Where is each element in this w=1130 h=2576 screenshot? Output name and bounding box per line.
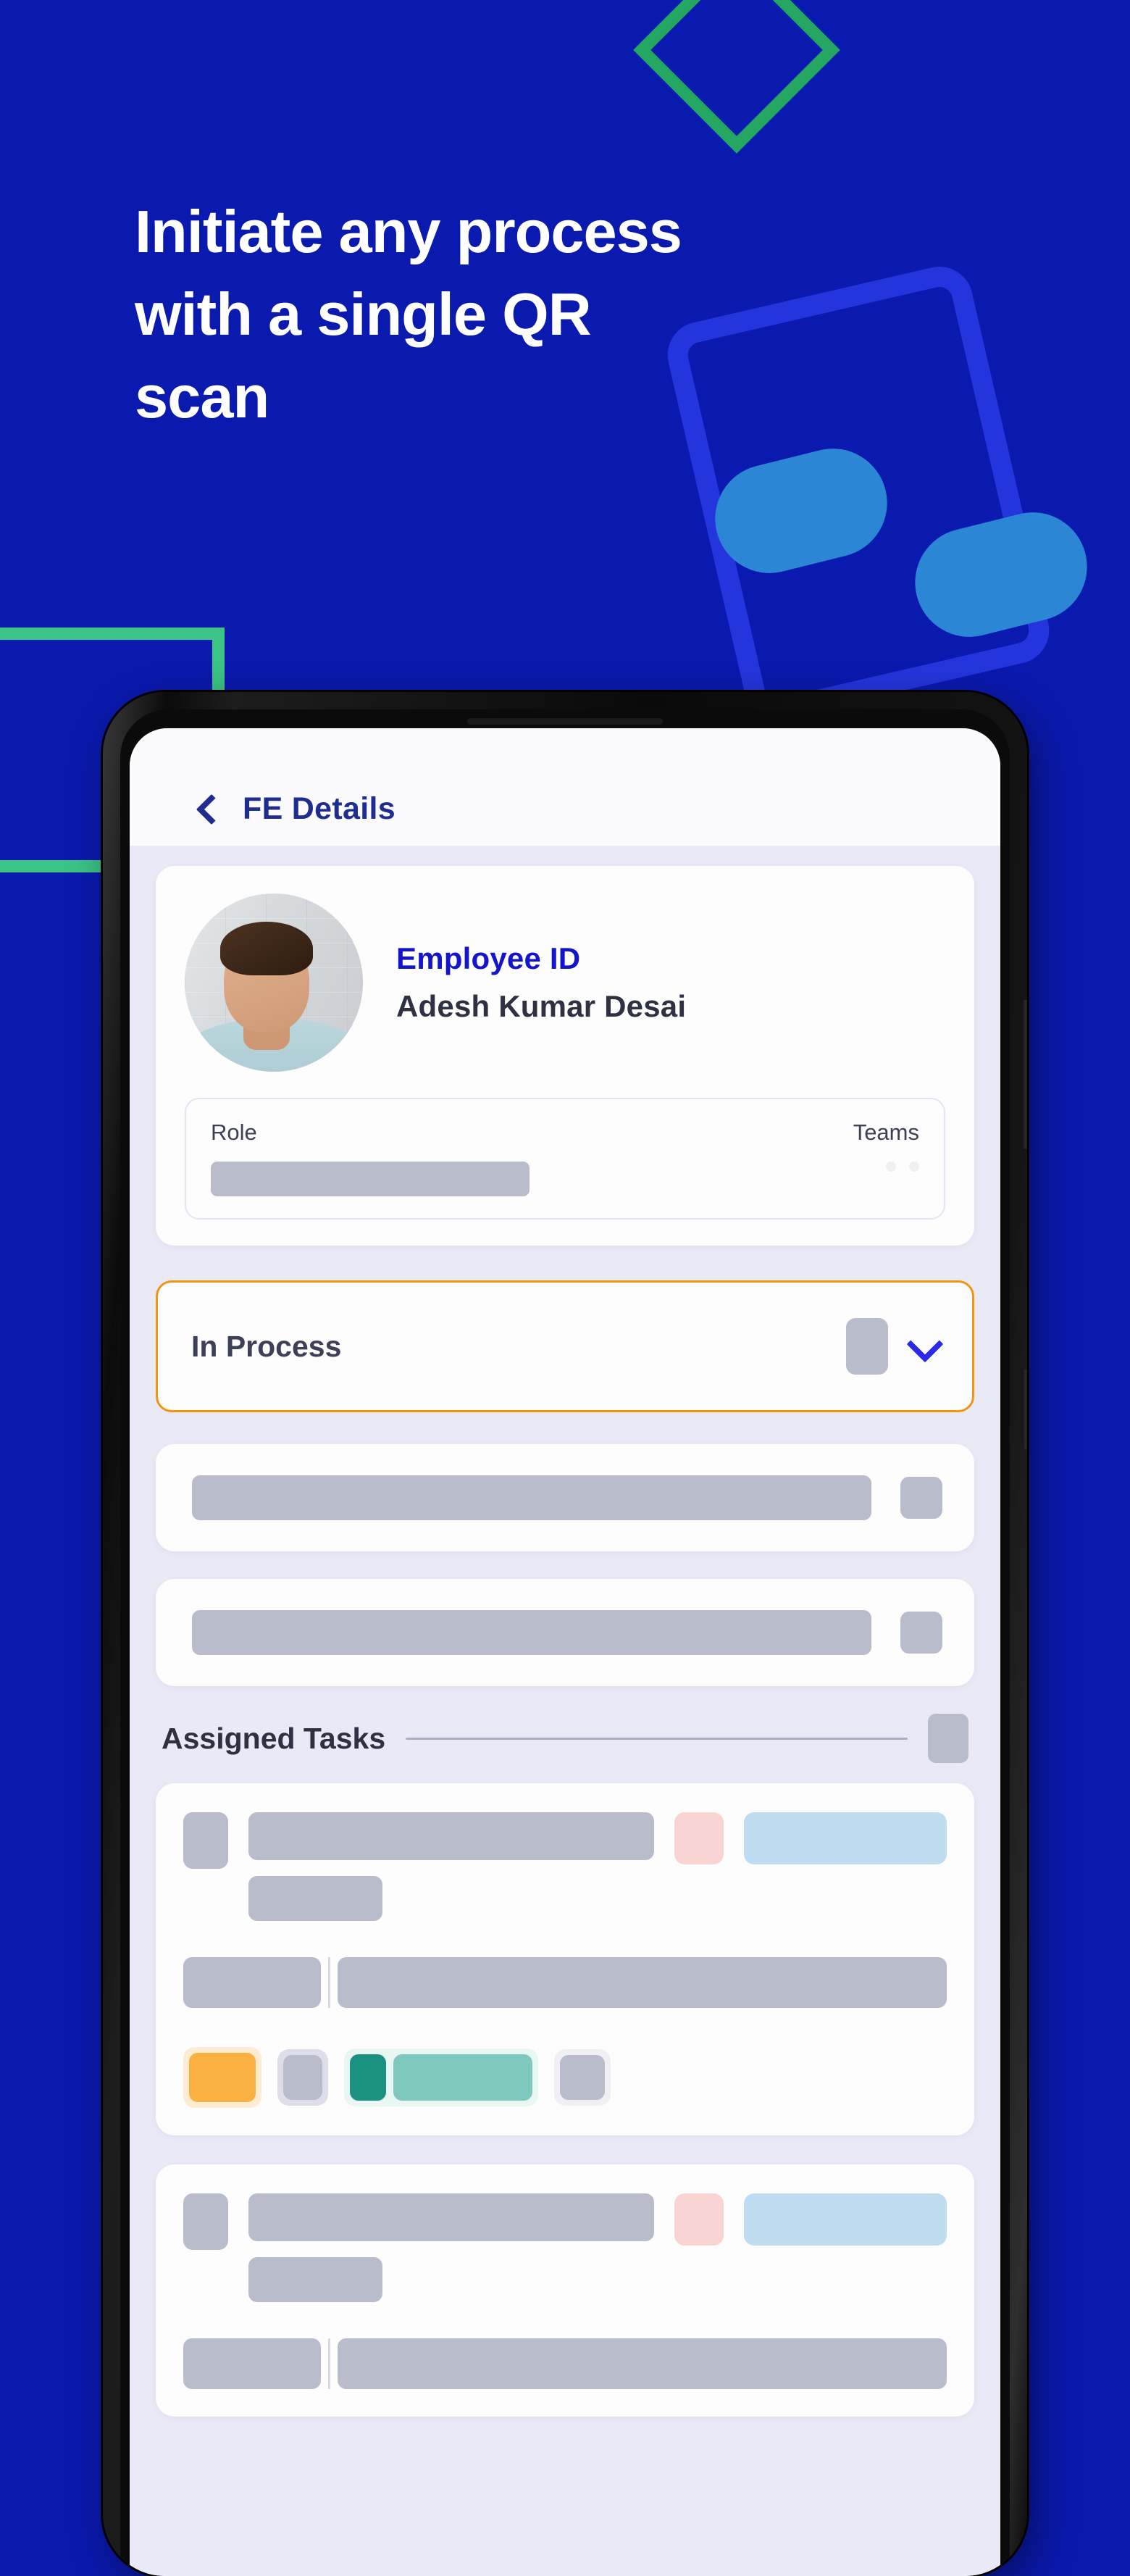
task-card-header <box>183 2193 947 2302</box>
task-badge-placeholder <box>183 2193 228 2250</box>
headline-line-3: scan <box>135 363 269 430</box>
list-item-badge-placeholder <box>900 1612 942 1654</box>
task-card-header <box>183 1812 947 1921</box>
extra-tag[interactable] <box>554 2049 611 2106</box>
task-meta-row <box>183 2338 947 2389</box>
priority-tag[interactable] <box>183 2047 261 2108</box>
task-meta-row <box>183 1957 947 2008</box>
phone-power-button[interactable] <box>1022 1370 1027 1449</box>
count-tag[interactable] <box>277 2049 328 2106</box>
team-chip <box>886 1162 896 1172</box>
assigned-tasks-header: Assigned Tasks <box>162 1714 974 1763</box>
phone-bezel: FE Details Employee ID Adesh Kumar Desai… <box>120 709 1010 2576</box>
phone-volume-button[interactable] <box>1022 1000 1027 1149</box>
list-item[interactable] <box>156 1579 974 1686</box>
task-subtitle-placeholder <box>248 2257 382 2302</box>
phone-earpiece <box>467 718 663 725</box>
list-item-title-placeholder <box>192 1475 871 1520</box>
task-subtitle-placeholder <box>248 1876 382 1921</box>
task-meta-divider <box>328 2338 330 2389</box>
profile-meta-box: Role Teams <box>185 1098 945 1220</box>
task-meta-right-placeholder <box>338 1957 947 2008</box>
task-meta-divider <box>328 1957 330 2008</box>
assigned-tasks-count-placeholder <box>928 1714 968 1763</box>
green-diamond-decoration <box>633 0 840 154</box>
task-chip-pink <box>674 1812 724 1864</box>
teams-column: Teams <box>853 1120 919 1172</box>
section-title: Assigned Tasks <box>162 1721 386 1755</box>
task-tag-row <box>183 2047 947 2108</box>
status-select[interactable]: In Process <box>156 1280 974 1412</box>
task-meta-left-placeholder <box>183 1957 321 2008</box>
profile-card: Employee ID Adesh Kumar Desai Role Teams <box>156 866 974 1246</box>
phone-screen: FE Details Employee ID Adesh Kumar Desai… <box>130 728 1000 2576</box>
status-tag[interactable] <box>344 2048 538 2106</box>
phone-mockup: FE Details Employee ID Adesh Kumar Desai… <box>103 692 1027 2576</box>
role-value-placeholder <box>211 1162 530 1196</box>
employee-name: Adesh Kumar Desai <box>396 989 687 1023</box>
app-content: Employee ID Adesh Kumar Desai Role Teams <box>130 846 1000 2576</box>
role-column: Role <box>211 1120 530 1196</box>
avatar-hair <box>220 922 314 976</box>
task-title-placeholder <box>248 1812 654 1860</box>
list-item[interactable] <box>156 1444 974 1551</box>
profile-top: Employee ID Adesh Kumar Desai <box>185 893 945 1072</box>
task-card[interactable] <box>156 1783 974 2135</box>
task-chip-blue <box>744 1812 947 1864</box>
task-meta-right-placeholder <box>338 2338 947 2389</box>
app-header: FE Details <box>130 728 1000 846</box>
section-divider <box>406 1737 908 1740</box>
task-badge-placeholder <box>183 1812 228 1869</box>
task-chip-pink <box>674 2193 724 2246</box>
task-chip-blue <box>744 2193 947 2246</box>
task-card[interactable] <box>156 2164 974 2417</box>
headline-line-1: Initiate any process <box>135 198 682 265</box>
list-item-badge-placeholder <box>900 1477 942 1519</box>
avatar <box>185 893 363 1072</box>
chevron-left-icon[interactable] <box>193 796 218 821</box>
teams-label: Teams <box>853 1120 919 1145</box>
headline-line-2: with a single QR <box>135 280 592 348</box>
chevron-down-icon[interactable] <box>907 1330 940 1363</box>
profile-texts: Employee ID Adesh Kumar Desai <box>396 941 686 1024</box>
task-meta-left-placeholder <box>183 2338 321 2389</box>
status-badge-placeholder <box>846 1318 888 1375</box>
role-label: Role <box>211 1120 257 1145</box>
status-select-label: In Process <box>191 1329 342 1363</box>
promo-headline: Initiate any process with a single QR sc… <box>135 201 1033 449</box>
list-item-title-placeholder <box>192 1610 871 1655</box>
task-title-group <box>248 1812 654 1921</box>
task-title-group <box>248 2193 654 2302</box>
team-chip <box>909 1162 919 1172</box>
task-title-placeholder <box>248 2193 654 2241</box>
employee-id-label: Employee ID <box>396 941 581 975</box>
teams-chips <box>853 1162 919 1172</box>
page-title: FE Details <box>243 791 396 826</box>
